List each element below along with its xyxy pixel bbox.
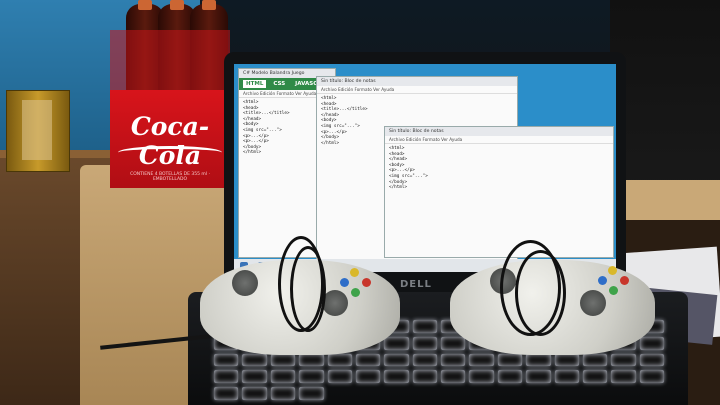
key (270, 387, 296, 400)
tab-css[interactable]: CSS (270, 80, 288, 88)
b-button (362, 278, 371, 287)
notepad-right-text: <html> <head> </head> <body> <p>...</p> … (389, 146, 428, 191)
coke-wave-ribbon (118, 146, 222, 159)
right-thumbstick (580, 290, 606, 316)
key (384, 370, 409, 384)
key (214, 370, 239, 384)
key (554, 370, 579, 384)
key (299, 353, 324, 367)
key (469, 353, 494, 367)
key (441, 336, 466, 350)
notepad-right-title: Sin título: Bloc de notas (385, 127, 613, 136)
a-button (351, 288, 360, 297)
key (639, 370, 664, 384)
key (242, 353, 267, 367)
a-button (609, 286, 618, 295)
notepad-center-menu[interactable]: Archivo Edición Formato Ver Ayuda (317, 86, 517, 94)
key (526, 353, 551, 367)
key (355, 353, 381, 367)
key (639, 336, 664, 350)
x-button (340, 278, 349, 287)
key (441, 370, 466, 384)
key (214, 387, 239, 400)
key (299, 387, 324, 400)
key (242, 370, 267, 384)
photo-scene: Coca-Cola CONTIENE 4 BOTELLAS DE 355 ml … (0, 0, 720, 405)
key (412, 320, 437, 333)
key (497, 353, 523, 367)
b-button (620, 276, 629, 285)
notepad-window-right[interactable]: Sin título: Bloc de notas Archivo Edició… (384, 126, 614, 258)
left-thumbstick (232, 270, 258, 296)
key (412, 353, 437, 367)
controller-cable-coil (515, 250, 566, 336)
laptop-logo: DELL (400, 279, 432, 290)
key (384, 353, 409, 367)
key (639, 353, 664, 367)
key (469, 370, 494, 384)
key (384, 336, 409, 350)
coke-logo: Coca-Cola (130, 112, 210, 170)
carrier-handle (110, 30, 230, 94)
key (582, 370, 608, 384)
box-fineprint: CONTIENE 4 BOTELLAS DE 355 ml · EMBOTELL… (130, 172, 210, 182)
key (526, 370, 551, 384)
key (611, 370, 636, 384)
key (497, 370, 523, 384)
controller-cable-coil (290, 246, 326, 332)
key (242, 387, 267, 400)
key (412, 336, 437, 350)
key (327, 353, 352, 367)
right-thumbstick (322, 290, 348, 316)
y-button (350, 268, 359, 277)
tab-html[interactable]: HTML (243, 80, 267, 88)
key (412, 370, 437, 384)
key (441, 353, 466, 367)
key (299, 370, 324, 384)
key (270, 353, 296, 367)
key (355, 370, 381, 384)
key (554, 353, 579, 367)
right-table-top (610, 180, 720, 220)
key (582, 353, 608, 367)
y-button (608, 266, 617, 275)
notepad-right-menu[interactable]: Archivo Edición Formato Ver Ayuda (385, 136, 613, 144)
notepad-center-title: Sin título: Bloc de notas (317, 77, 517, 86)
perfume-label (22, 100, 52, 160)
key (214, 353, 239, 367)
key (270, 370, 296, 384)
key (327, 370, 352, 384)
x-button (598, 276, 607, 285)
key (611, 353, 636, 367)
